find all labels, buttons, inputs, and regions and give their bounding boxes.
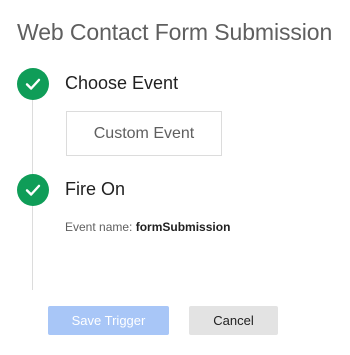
step-label-fire-on: Fire On — [65, 179, 126, 199]
event-name-label: Event name: — [65, 220, 136, 234]
save-trigger-button[interactable]: Save Trigger — [48, 306, 169, 335]
checkmark-icon — [25, 78, 41, 90]
event-name-value: formSubmission — [135, 220, 231, 234]
trigger-editor: Web Contact Form Submission Choose Event… — [0, 0, 350, 355]
page-title: Web Contact Form Submission — [17, 19, 333, 45]
step-label-choose-event: Choose Event — [65, 73, 179, 93]
cancel-button[interactable]: Cancel — [189, 306, 278, 335]
check-circle-icon — [17, 174, 49, 206]
custom-event-option[interactable]: Custom Event — [66, 111, 222, 156]
checkmark-icon — [25, 184, 41, 196]
event-name-row: Event name: formSubmission — [65, 220, 230, 234]
check-circle-icon — [17, 68, 49, 100]
